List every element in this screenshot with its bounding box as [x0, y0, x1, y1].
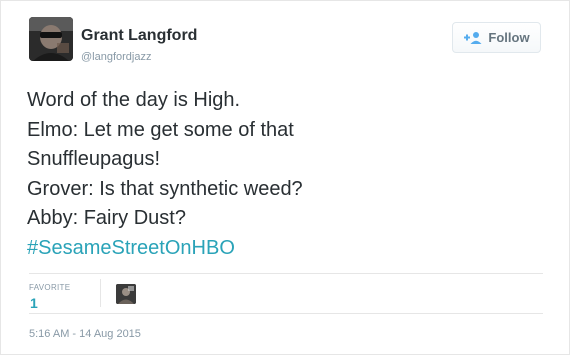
tweet-line: Grover: Is that synthetic weed?: [27, 177, 303, 200]
tweet-line: Snuffleupagus!: [27, 148, 161, 170]
tweet-line: Elmo: Let me get some of that: [27, 118, 294, 141]
favorite-count[interactable]: 1: [30, 295, 38, 311]
author-display-name[interactable]: Grant Langford: [81, 27, 197, 45]
author-username[interactable]: @langfordjazz: [81, 51, 151, 63]
follow-button-label: Follow: [488, 30, 530, 45]
stats-divider-top: [29, 273, 543, 274]
tweet-text: Word of the day is High. Elmo: Let me ge…: [27, 86, 547, 263]
favorite-stat-label: FAVORITE: [29, 283, 71, 292]
add-user-icon: [463, 31, 483, 45]
favoriter-photo-icon: [116, 284, 136, 304]
avatar-photo-icon: [29, 17, 73, 61]
follow-button[interactable]: Follow: [452, 22, 541, 53]
favoriter-avatar[interactable]: [116, 284, 136, 304]
tweet-timestamp[interactable]: 5:16 AM - 14 Aug 2015: [29, 328, 141, 340]
author-avatar[interactable]: [29, 17, 73, 61]
stats-separator: [100, 279, 101, 307]
tweet-line: Abby: Fairy Dust?: [27, 207, 186, 229]
tweet-card: Grant Langford @langfordjazz Follow Word…: [0, 0, 570, 355]
stats-divider-bottom: [29, 313, 543, 314]
hashtag-link[interactable]: #SesameStreetOnHBO: [27, 234, 547, 264]
tweet-line: Word of the day is High.: [27, 89, 241, 111]
